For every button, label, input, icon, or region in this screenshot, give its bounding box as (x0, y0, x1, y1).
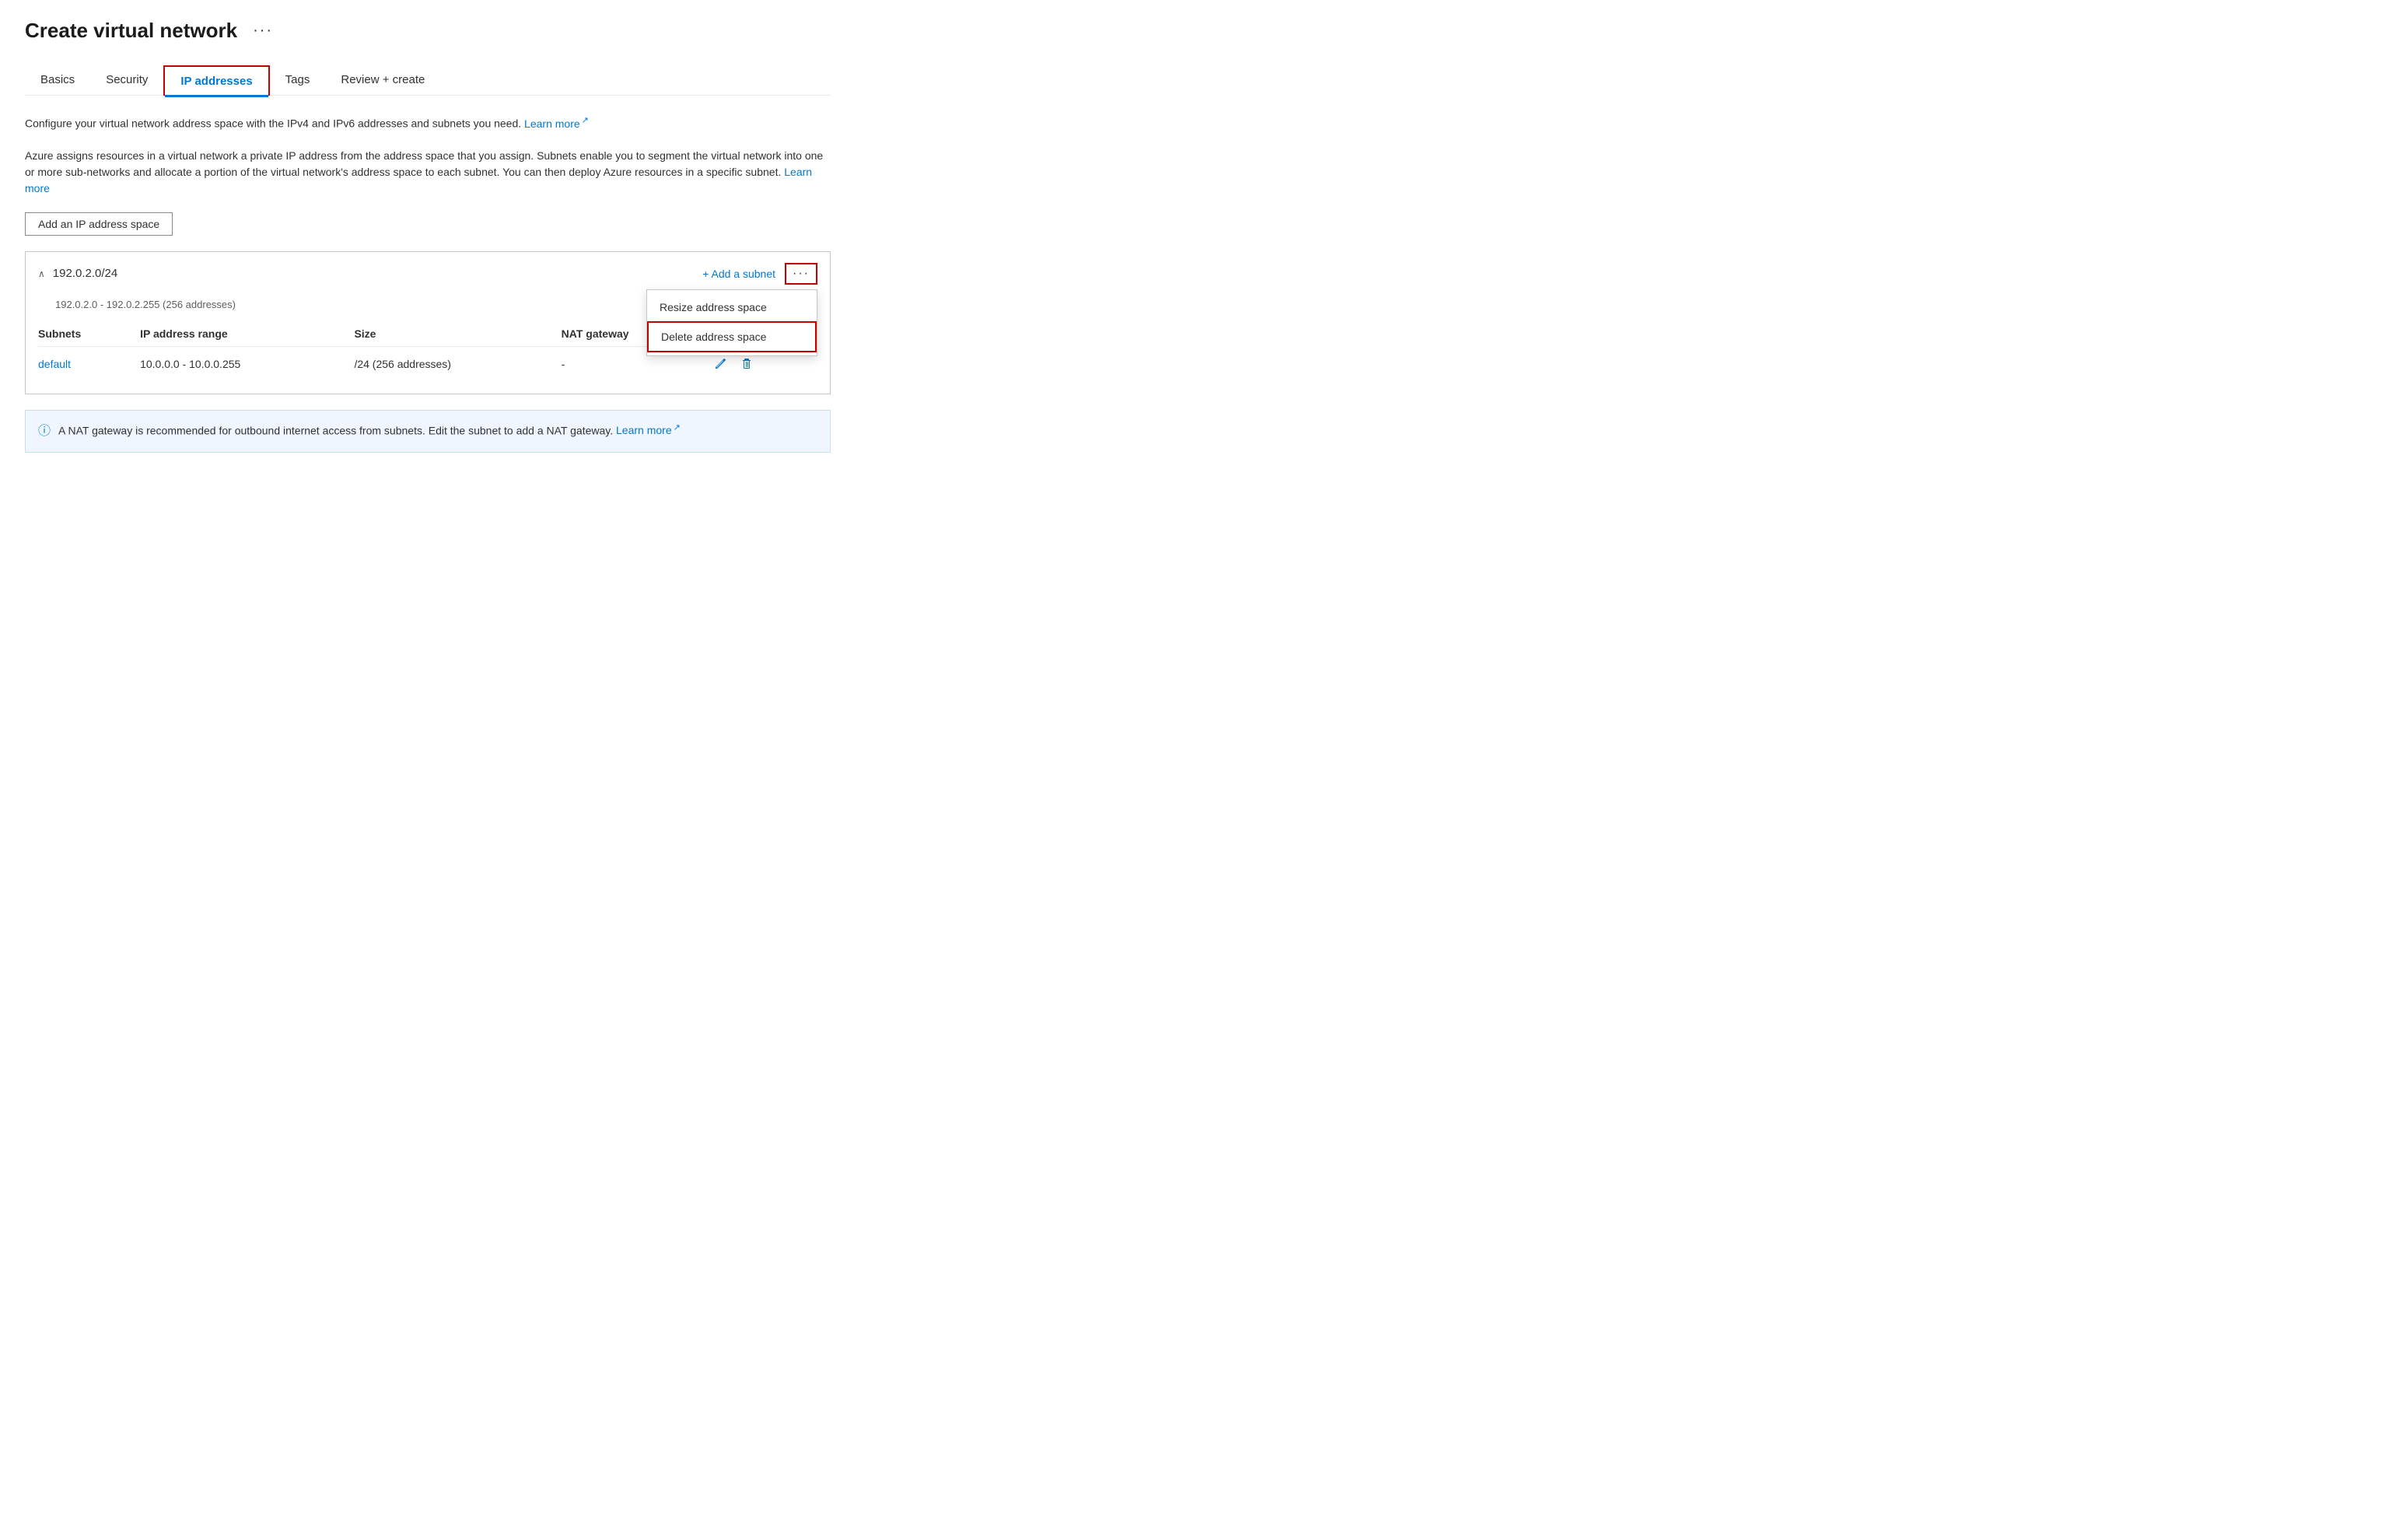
pencil-icon (714, 358, 726, 370)
chevron-icon: ∧ (38, 268, 45, 279)
add-space-btn-label: Add an IP address space (38, 218, 159, 230)
subnet-name-link[interactable]: default (38, 358, 71, 370)
add-subnet-button[interactable]: + Add a subnet (702, 268, 775, 280)
tab-tags[interactable]: Tags (270, 65, 326, 95)
col-header-ip-range: IP address range (140, 321, 354, 347)
subnet-size-cell: /24 (256 addresses) (354, 346, 561, 381)
page-title-row: Create virtual network ··· (25, 19, 831, 43)
info-bar-learn-more-link[interactable]: Learn more↗ (616, 424, 681, 436)
description-2-text: Azure assigns resources in a virtual net… (25, 149, 823, 178)
actions-group (711, 356, 808, 372)
address-space-card: ∧ 192.0.2.0/24 + Add a subnet ··· Resize… (25, 251, 831, 394)
info-bar-text: A NAT gateway is recommended for outboun… (58, 422, 817, 439)
address-space-header: ∧ 192.0.2.0/24 + Add a subnet ··· Resize… (26, 252, 830, 296)
more-options-button[interactable]: ··· (785, 263, 817, 285)
address-space-header-left: ∧ 192.0.2.0/24 (38, 267, 117, 280)
description-1-text: Configure your virtual network address s… (25, 117, 521, 130)
delete-subnet-button[interactable] (737, 356, 756, 372)
description-1: Configure your virtual network address s… (25, 114, 831, 132)
tabs-bar: Basics Security IP addresses Tags Review… (25, 65, 831, 96)
address-space-header-right: + Add a subnet ··· Resize address space … (702, 263, 817, 285)
range-info-text: 192.0.2.0 - 192.0.2.255 (256 addresses) (55, 299, 236, 310)
page-title: Create virtual network (25, 19, 237, 43)
tab-security[interactable]: Security (90, 65, 163, 95)
page-ellipsis-button[interactable]: ··· (247, 20, 279, 41)
subnet-ip-range-cell: 10.0.0.0 - 10.0.0.255 (140, 346, 354, 381)
col-header-size: Size (354, 321, 561, 347)
subnet-name-cell: default (38, 346, 140, 381)
info-bar: ⓘ A NAT gateway is recommended for outbo… (25, 410, 831, 453)
add-subnet-label: + Add a subnet (702, 268, 775, 280)
info-bar-main-text: A NAT gateway is recommended for outboun… (58, 424, 613, 436)
info-bar-learn-more-text: Learn more (616, 424, 672, 436)
add-ip-address-space-button[interactable]: Add an IP address space (25, 212, 173, 236)
col-header-subnets: Subnets (38, 321, 140, 347)
tab-basics[interactable]: Basics (25, 65, 90, 95)
ext-link-icon-1: ↗ (582, 116, 589, 125)
tab-review-create[interactable]: Review + create (325, 65, 440, 95)
info-icon: ⓘ (38, 422, 51, 441)
tab-ip-addresses[interactable]: IP addresses (163, 65, 269, 96)
info-bar-ext-icon: ↗ (674, 423, 681, 432)
context-menu-delete[interactable]: Delete address space (647, 321, 817, 352)
edit-subnet-button[interactable] (711, 356, 730, 372)
address-space-cidr: 192.0.2.0/24 (53, 267, 117, 280)
context-menu-resize[interactable]: Resize address space (647, 293, 817, 321)
learn-more-link-1[interactable]: Learn more↗ (524, 117, 589, 130)
context-menu: Resize address space Delete address spac… (646, 289, 817, 356)
description-2: Azure assigns resources in a virtual net… (25, 148, 831, 197)
trash-icon (740, 358, 753, 370)
